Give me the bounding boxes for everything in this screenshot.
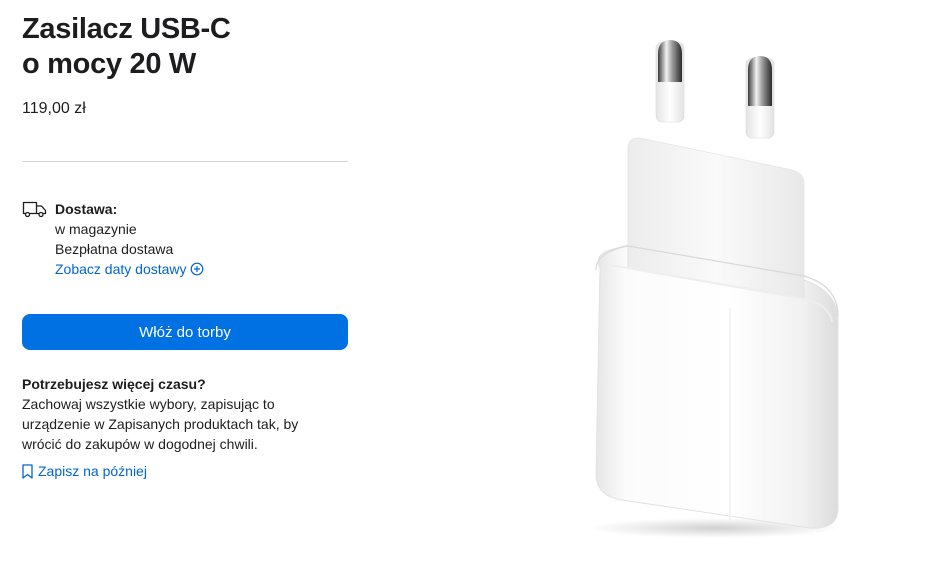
add-to-bag-button[interactable]: Włóż do torby <box>22 314 348 350</box>
see-delivery-dates-link[interactable]: Zobacz daty dostawy <box>55 259 204 279</box>
save-for-later-label: Zapisz na później <box>38 463 147 479</box>
bookmark-icon <box>22 464 33 479</box>
save-description: Zachowaj wszystkie wybory, zapisując to … <box>22 396 299 452</box>
save-for-later-section: Potrzebujesz więcej czasu? Zachowaj wszy… <box>22 374 348 479</box>
plus-circle-icon <box>190 262 203 276</box>
delivery-shipping-cost: Bezpłatna dostawa <box>55 241 174 257</box>
delivery-stock-status: w magazynie <box>55 221 137 237</box>
product-title: Zasilacz USB-C o mocy 20 W <box>22 12 231 82</box>
see-delivery-dates-label: Zobacz daty dostawy <box>55 261 187 277</box>
usb-c-power-adapter-image <box>590 40 840 538</box>
save-for-later-link[interactable]: Zapisz na później <box>22 463 147 479</box>
divider <box>22 161 348 162</box>
save-heading: Potrzebujesz więcej czasu? <box>22 376 206 392</box>
product-title-line2: o mocy 20 W <box>22 48 196 80</box>
product-price: 119,00 zł <box>22 100 86 117</box>
truck-icon <box>22 201 47 218</box>
product-title-line1: Zasilacz USB-C <box>22 13 231 45</box>
delivery-title: Dostawa: <box>55 201 118 217</box>
